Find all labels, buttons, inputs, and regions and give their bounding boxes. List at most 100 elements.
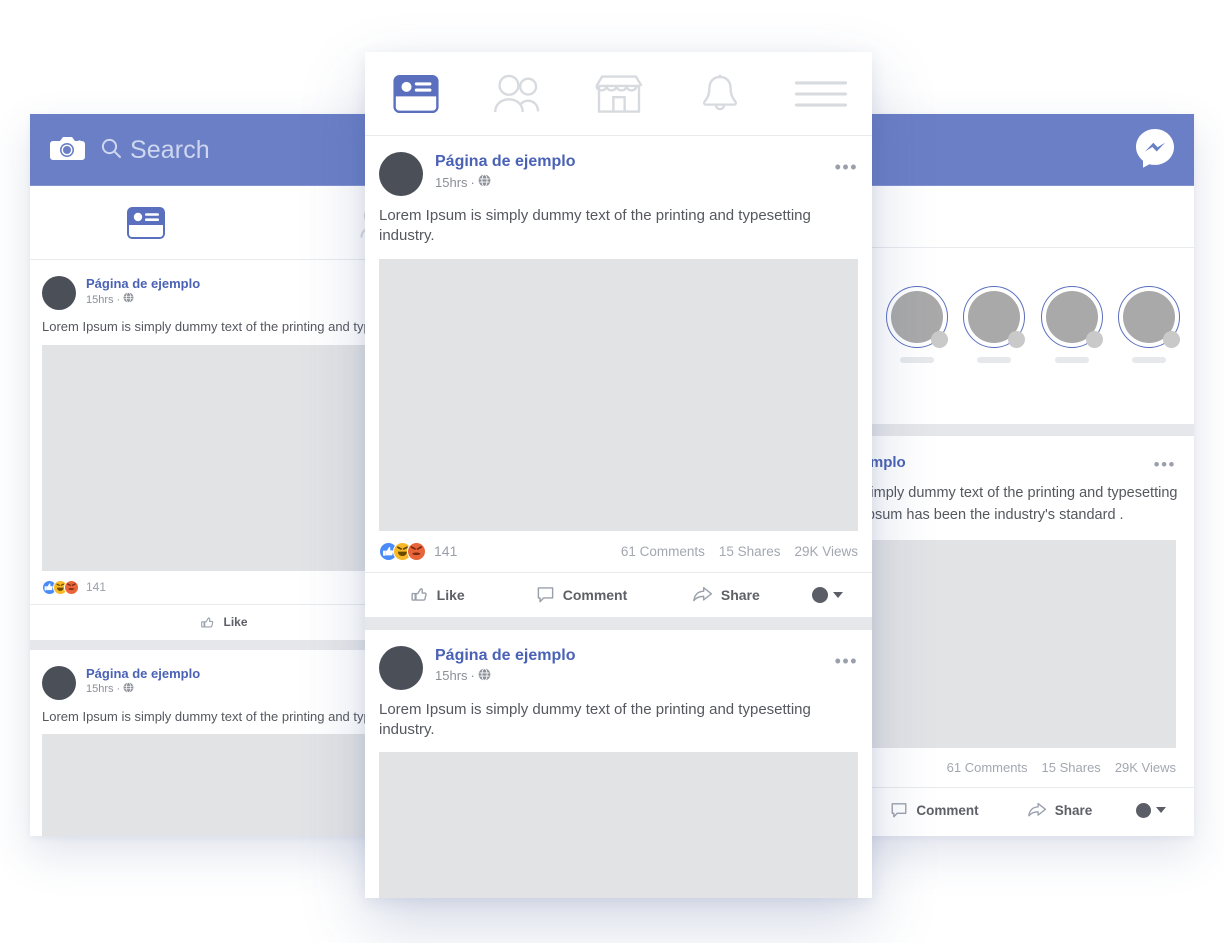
- post-card[interactable]: Página de ejemplo ••• Lorem Ipsum is sim…: [872, 436, 1194, 749]
- chevron-down-icon: [833, 591, 844, 598]
- audience-selector-icon[interactable]: [798, 586, 858, 603]
- post-time-text: 15hrs: [435, 668, 468, 683]
- post-author-name[interactable]: Página de ejemplo: [86, 276, 200, 292]
- story-badge-icon: [1085, 331, 1103, 348]
- post-engagement-row: 141 61 Comments 15 Shares 29K Views: [365, 531, 872, 573]
- post-engagement-row: 61 Comments 15 Shares 29K Views: [872, 748, 1194, 789]
- post-card[interactable]: Página de ejemplo 15hrs · ••• Lorem Ipsu…: [365, 136, 872, 531]
- more-options-icon[interactable]: •••: [835, 158, 858, 176]
- post-header: Página de ejemplo 15hrs · •••: [379, 152, 858, 196]
- post-author-block: Página de ejemplo 15hrs ·: [86, 666, 200, 698]
- reaction-summary[interactable]: 141: [42, 579, 107, 595]
- share-arrow-icon: [693, 587, 712, 602]
- search-placeholder: Search: [130, 135, 210, 164]
- camera-icon[interactable]: [48, 133, 86, 168]
- post-body-text: Lorem Ipsum is simply dummy text of the …: [379, 700, 811, 738]
- avatar[interactable]: [42, 276, 76, 310]
- comment-label: Comment: [562, 586, 628, 603]
- feed-separator: [365, 616, 872, 630]
- comments-count[interactable]: 61 Comments: [947, 760, 1028, 775]
- post-card[interactable]: Página de ejemplo 15hrs · ••• Lorem Ipsu…: [365, 629, 872, 898]
- friends-icon: [494, 74, 540, 112]
- sidebar-item-friends[interactable]: [466, 74, 567, 114]
- reaction-count: 141: [434, 543, 458, 559]
- time-separator: ·: [470, 668, 475, 683]
- shares-count[interactable]: 15 Shares: [719, 544, 781, 559]
- more-options-icon[interactable]: •••: [835, 652, 858, 670]
- story-ring: [1118, 286, 1181, 348]
- stories-strip[interactable]: [872, 248, 1194, 410]
- post-author-name[interactable]: Página de ejemplo: [435, 152, 575, 172]
- audience-selector-icon[interactable]: [1122, 802, 1180, 818]
- post-author-name[interactable]: Página de ejemplo: [872, 454, 906, 473]
- main-navigation[interactable]: [365, 52, 872, 136]
- story-ring: [885, 286, 948, 348]
- story-badge-icon: [1008, 331, 1026, 348]
- post-timestamp: 15hrs ·: [86, 681, 200, 697]
- like-button[interactable]: Like: [30, 615, 418, 630]
- story-item[interactable]: [1033, 286, 1111, 410]
- share-button[interactable]: Share: [997, 801, 1122, 819]
- foreground-window-modal[interactable]: Página de ejemplo 15hrs · ••• Lorem Ipsu…: [365, 52, 872, 898]
- search-icon: [100, 137, 122, 164]
- post-image-placeholder[interactable]: [872, 540, 1176, 749]
- thumbs-up-icon: [201, 616, 214, 628]
- post-body-text: Lorem Ipsum is simply dummy text of the …: [872, 484, 1178, 523]
- share-button[interactable]: Share: [654, 585, 798, 604]
- comments-count[interactable]: 61 Comments: [621, 544, 705, 559]
- post-image-placeholder[interactable]: [379, 752, 858, 898]
- reaction-count: 141: [86, 580, 107, 595]
- post-time-text: 15hrs: [86, 293, 114, 306]
- sidebar-item-news-feed[interactable]: [30, 206, 263, 239]
- audience-dot: [1136, 802, 1151, 818]
- story-name-placeholder: [899, 357, 934, 363]
- post-author-block: Página de ejemplo 15hrs ·: [435, 152, 575, 192]
- post-time-text: 15hrs: [435, 174, 468, 190]
- newsfeed-icon: [393, 74, 439, 113]
- sidebar-item-notifications[interactable]: [669, 73, 770, 115]
- like-button[interactable]: Like: [365, 585, 509, 604]
- post-author-name[interactable]: Página de ejemplo: [435, 646, 575, 666]
- sidebar-item-marketplace[interactable]: [568, 74, 669, 114]
- share-label: Share: [720, 586, 760, 603]
- story-item[interactable]: [878, 286, 956, 410]
- comment-bubble-icon: [891, 803, 907, 818]
- share-label: Share: [1054, 802, 1093, 818]
- avatar[interactable]: [42, 665, 76, 700]
- story-name-placeholder: [977, 357, 1012, 363]
- globe-icon: [123, 681, 134, 697]
- bell-icon: [702, 74, 737, 110]
- screen: Search Página de ejemplo 15hrs · Lorem I…: [0, 0, 1224, 943]
- avatar[interactable]: [379, 152, 423, 196]
- post-action-bar[interactable]: Comment Share: [872, 788, 1194, 832]
- share-arrow-icon: [1027, 803, 1046, 817]
- reaction-summary[interactable]: 141: [379, 541, 458, 561]
- post-action-bar[interactable]: Like Comment Share: [365, 573, 872, 617]
- comment-bubble-icon: [537, 587, 554, 603]
- story-item[interactable]: [956, 286, 1034, 410]
- avatar[interactable]: [379, 645, 423, 690]
- story-ring: [963, 286, 1026, 348]
- post-image-placeholder[interactable]: [379, 258, 858, 531]
- story-badge-icon: [1163, 331, 1181, 348]
- post-header: Página de ejemplo 15hrs · •••: [379, 645, 858, 690]
- post-body-text: Lorem Ipsum is simply dummy text of the …: [379, 207, 811, 245]
- time-separator: ·: [116, 683, 121, 696]
- time-separator: ·: [470, 174, 475, 190]
- post-author-block: Página de ejemplo 15hrs ·: [435, 646, 575, 686]
- story-item[interactable]: [1111, 286, 1189, 410]
- story-name-placeholder: [1054, 357, 1089, 363]
- comment-button[interactable]: Comment: [509, 585, 653, 604]
- post-stats: 61 Comments 15 Shares 29K Views: [607, 544, 858, 559]
- views-count: 29K Views: [794, 543, 858, 559]
- story-name-placeholder: [1132, 357, 1167, 363]
- hamburger-menu-icon: [795, 80, 848, 107]
- shares-count[interactable]: 15 Shares: [1042, 760, 1101, 775]
- sidebar-item-menu[interactable]: [771, 78, 872, 110]
- post-author-name[interactable]: Página de ejemplo: [86, 666, 200, 682]
- messenger-icon[interactable]: [1134, 127, 1176, 174]
- more-options-icon[interactable]: •••: [1154, 456, 1176, 473]
- sidebar-item-news-feed[interactable]: [365, 74, 466, 113]
- comment-button[interactable]: Comment: [872, 801, 997, 819]
- globe-icon: [478, 174, 491, 192]
